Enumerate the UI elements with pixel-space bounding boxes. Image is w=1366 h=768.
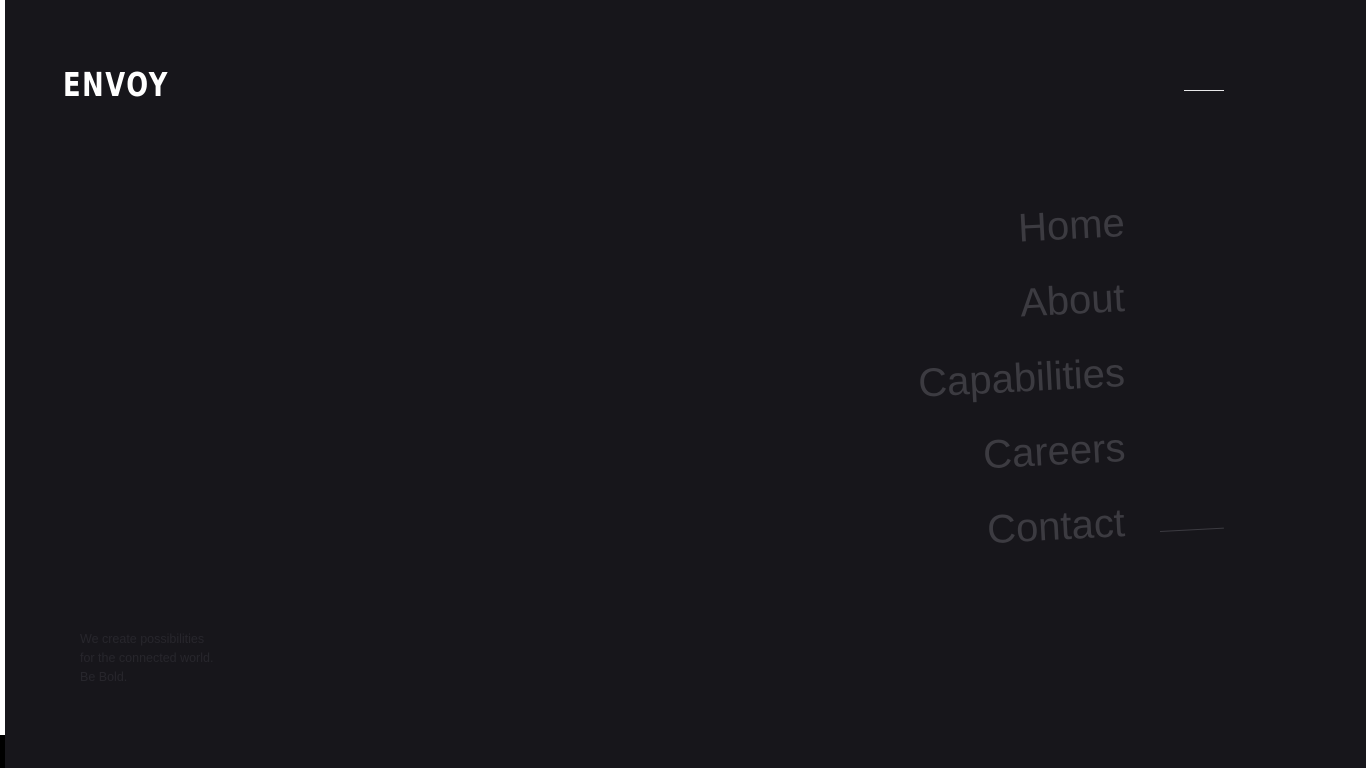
menu-toggle-button[interactable] [1179,80,1239,102]
corner-block [0,735,5,768]
tagline: We create possibilities for the connecte… [80,630,213,687]
envoy-logo[interactable]: ENVOY [63,66,169,104]
nav-link-home[interactable]: Home [1017,198,1126,254]
nav-link-careers[interactable]: Careers [982,423,1127,480]
tagline-line: Be Bold. [80,670,128,684]
main-nav: Home About Capabilities Careers Contact [880,190,1127,570]
nav-link-contact[interactable]: Contact [986,498,1126,555]
nav-link-capabilities[interactable]: Capabilities [917,348,1126,409]
nav-link-about[interactable]: About [1019,273,1126,328]
page: ENVOY Home About Capabilities Careers Co… [0,0,1366,768]
tagline-line: We create possibilities [80,632,205,646]
hamburger-line-icon [1184,90,1224,91]
tagline-line: for the connected world. [80,651,214,665]
